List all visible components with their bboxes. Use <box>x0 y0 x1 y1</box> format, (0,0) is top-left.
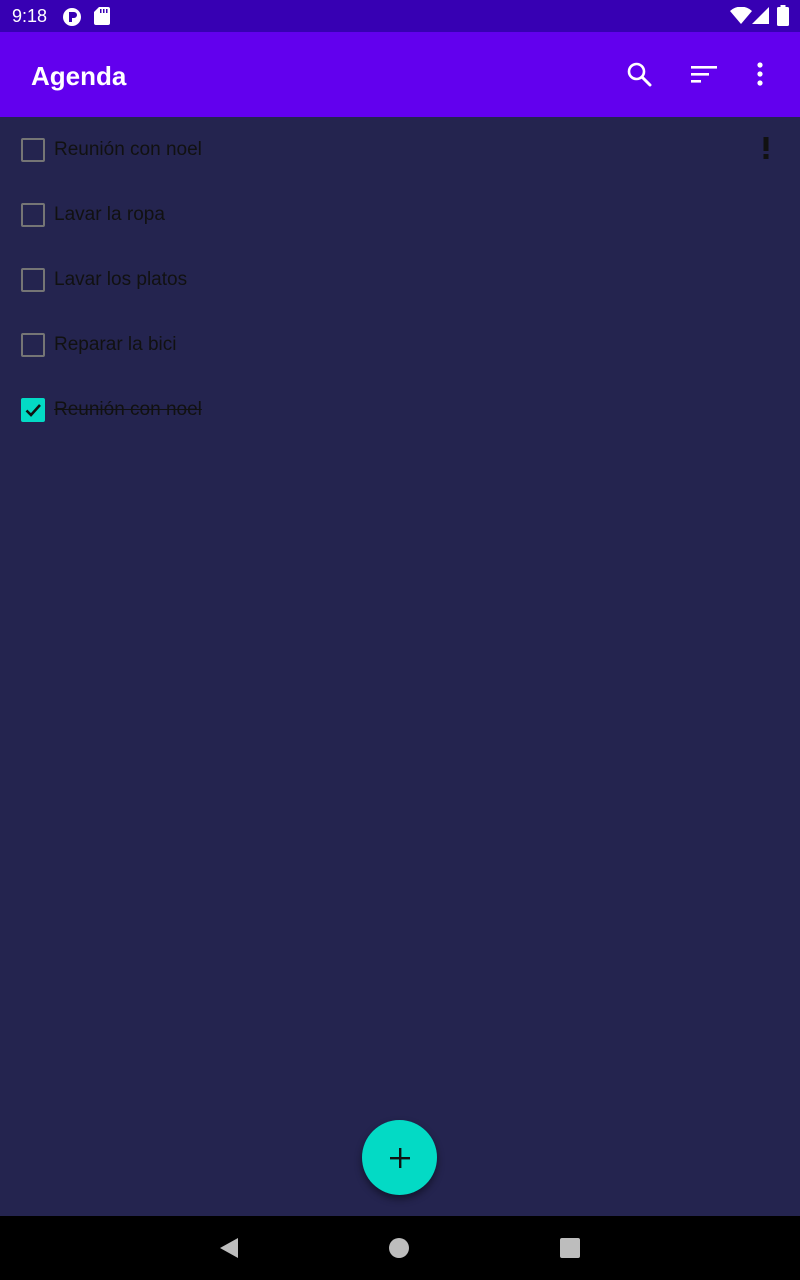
task-checkbox[interactable] <box>21 268 45 292</box>
home-button[interactable] <box>379 1228 419 1268</box>
task-label: Lavar los platos <box>54 269 188 290</box>
task-label: Lavar la ropa <box>54 204 165 225</box>
back-icon <box>220 1238 238 1258</box>
task-label: Reunión con noel <box>54 139 202 160</box>
wifi-icon <box>730 6 752 30</box>
task-item[interactable]: Reunión con noel <box>0 377 800 442</box>
add-icon <box>389 1147 410 1168</box>
priority-high-icon <box>762 133 770 166</box>
system-nav-bar <box>0 1216 800 1280</box>
app-title: Agenda <box>31 61 127 91</box>
recents-icon <box>560 1238 580 1258</box>
battery-icon <box>777 5 789 31</box>
task-label: Reunión con noel <box>54 399 202 420</box>
sort-icon <box>691 66 717 83</box>
task-item[interactable]: Lavar la ropa <box>0 182 800 247</box>
task-item[interactable]: Lavar los platos <box>0 247 800 312</box>
task-list: Reunión con noel Lavar la ropa Lavar los… <box>0 117 800 442</box>
app-bar: Agenda <box>0 32 800 117</box>
cell-signal-icon <box>752 7 770 30</box>
task-checkbox[interactable] <box>21 138 45 162</box>
search-icon <box>627 62 652 87</box>
check-icon <box>25 404 41 417</box>
task-label: Reparar la bici <box>54 334 177 355</box>
more-vert-icon <box>757 62 763 86</box>
task-checkbox[interactable] <box>21 203 45 227</box>
back-button[interactable] <box>209 1228 249 1268</box>
home-icon <box>389 1238 409 1258</box>
task-item[interactable]: Reunión con noel <box>0 117 800 182</box>
task-checkbox[interactable] <box>21 398 45 422</box>
sd-card-icon <box>94 7 110 30</box>
task-checkbox[interactable] <box>21 333 45 357</box>
status-bar: 9:18 <box>0 0 800 32</box>
sort-button[interactable] <box>680 50 728 98</box>
task-item[interactable]: Reparar la bici <box>0 312 800 377</box>
add-task-button[interactable] <box>362 1120 437 1195</box>
recents-button[interactable] <box>550 1228 590 1268</box>
status-time: 9:18 <box>12 6 48 26</box>
search-button[interactable] <box>615 50 663 98</box>
app-notification-icon <box>62 7 82 32</box>
more-options-button[interactable] <box>736 50 784 98</box>
